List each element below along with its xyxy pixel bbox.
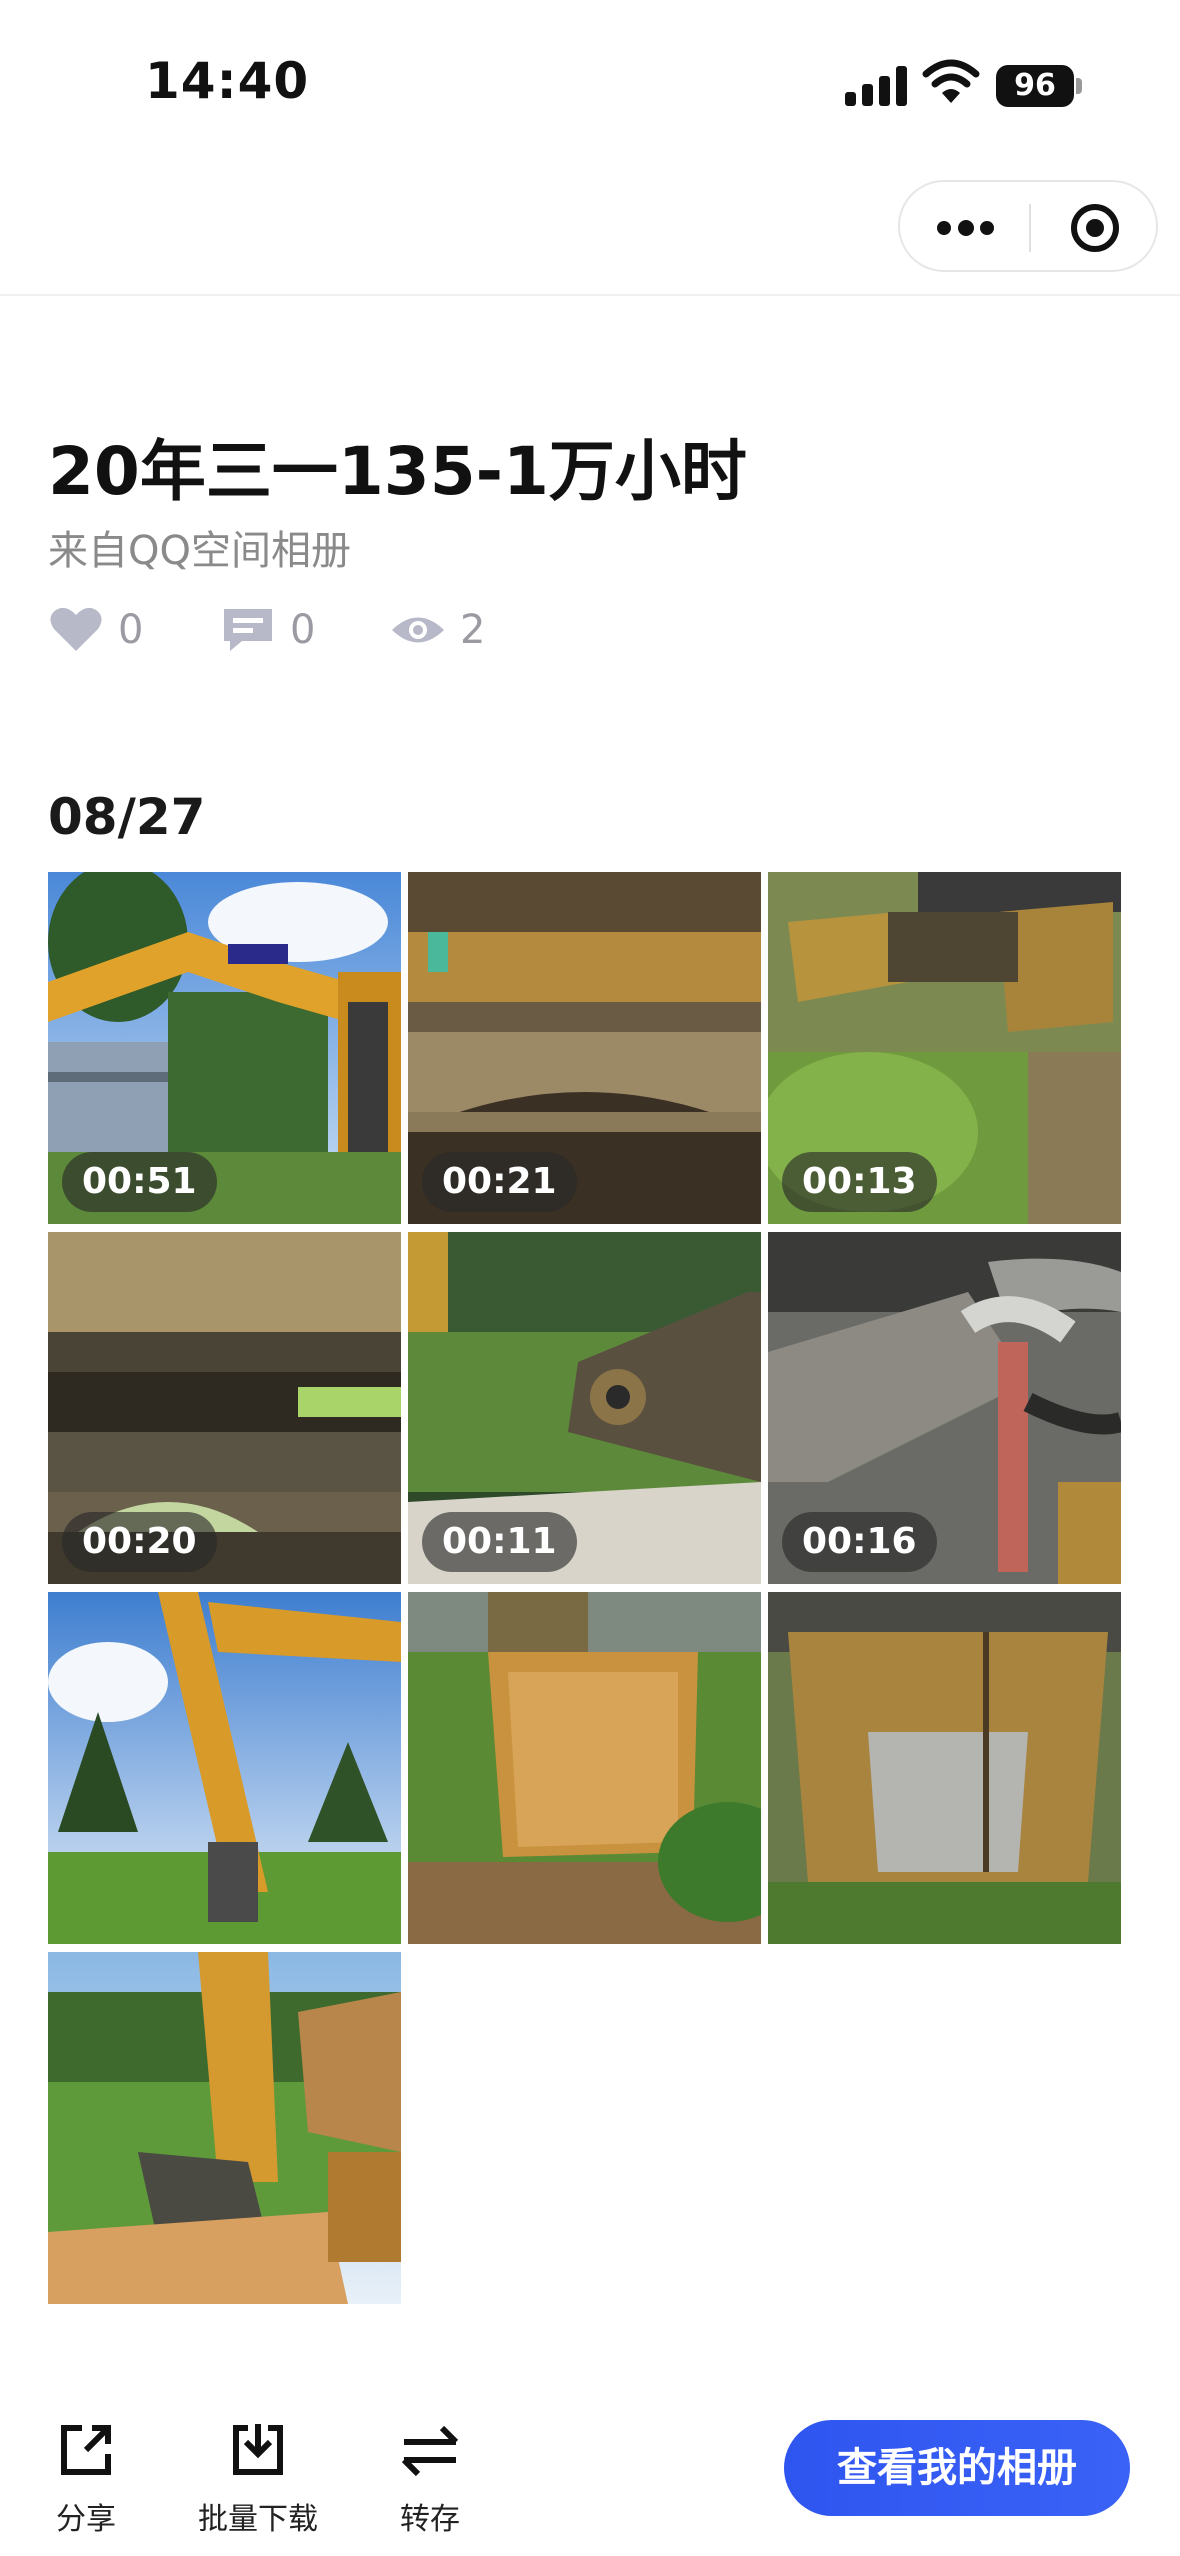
media-tile[interactable] (48, 1592, 401, 1944)
batch-download-button[interactable]: 批量下载 (188, 2420, 328, 2540)
heart-icon (50, 607, 102, 651)
media-tile[interactable] (768, 1592, 1121, 1944)
media-tile[interactable]: 00:51 (48, 872, 401, 1224)
header-divider (0, 294, 1180, 296)
transfer-button[interactable]: 转存 (360, 2420, 500, 2540)
share-label: 分享 (56, 2502, 116, 2537)
eye-icon (392, 617, 444, 643)
mini-program-capsule (898, 180, 1158, 272)
comment-stat[interactable]: 0 (220, 600, 315, 660)
bottom-action-bar: 分享 批量下载 转存 查看我的相册 (0, 2380, 1180, 2556)
view-my-album-button[interactable]: 查看我的相册 (784, 2420, 1130, 2516)
media-tile[interactable]: 00:16 (768, 1232, 1121, 1584)
video-duration: 00:20 (62, 1512, 217, 1572)
batch-download-label: 批量下载 (198, 2502, 318, 2537)
media-tile[interactable] (48, 1952, 401, 2304)
bucket-front-photo (408, 1592, 761, 1944)
video-duration: 00:21 (422, 1152, 577, 1212)
download-icon (233, 2424, 283, 2475)
media-tile[interactable]: 00:11 (408, 1232, 761, 1584)
media-tile[interactable]: 00:13 (768, 872, 1121, 1224)
close-dot (1086, 219, 1104, 237)
more-icon[interactable] (900, 182, 1030, 274)
share-button[interactable]: 分享 (16, 2420, 156, 2540)
transfer-label: 转存 (400, 2502, 460, 2537)
view-stat: 2 (390, 600, 485, 660)
arm-bucket-side-photo (48, 1952, 401, 2304)
like-stat[interactable]: 0 (48, 600, 143, 660)
signal-icon (845, 66, 907, 106)
like-count: 0 (118, 607, 144, 653)
comment-icon (224, 609, 272, 651)
album-title: 20年三一135-1万小时 (48, 433, 747, 510)
date-group-label: 08/27 (48, 788, 206, 846)
media-tile[interactable]: 00:21 (408, 872, 761, 1224)
battery-tip (1076, 78, 1082, 94)
bucket-teeth-photo (768, 1592, 1121, 1944)
video-duration: 00:11 (422, 1512, 577, 1572)
wifi-icon (922, 59, 980, 103)
boom-arm-photo (48, 1592, 401, 1944)
status-time: 14:40 (145, 52, 310, 110)
transfer-icon (401, 2425, 459, 2477)
video-duration: 00:13 (782, 1152, 937, 1212)
video-duration: 00:51 (62, 1152, 217, 1212)
close-icon[interactable] (1031, 182, 1160, 274)
media-tile[interactable] (408, 1592, 761, 1944)
album-source: 来自QQ空间相册 (48, 528, 351, 574)
share-icon (61, 2425, 111, 2475)
status-bar: 14:40 96 (0, 0, 1180, 170)
comment-count: 0 (290, 607, 316, 653)
battery-icon: 96 (996, 65, 1074, 107)
view-count: 2 (460, 607, 486, 653)
media-tile[interactable]: 00:20 (48, 1232, 401, 1584)
video-duration: 00:16 (782, 1512, 937, 1572)
